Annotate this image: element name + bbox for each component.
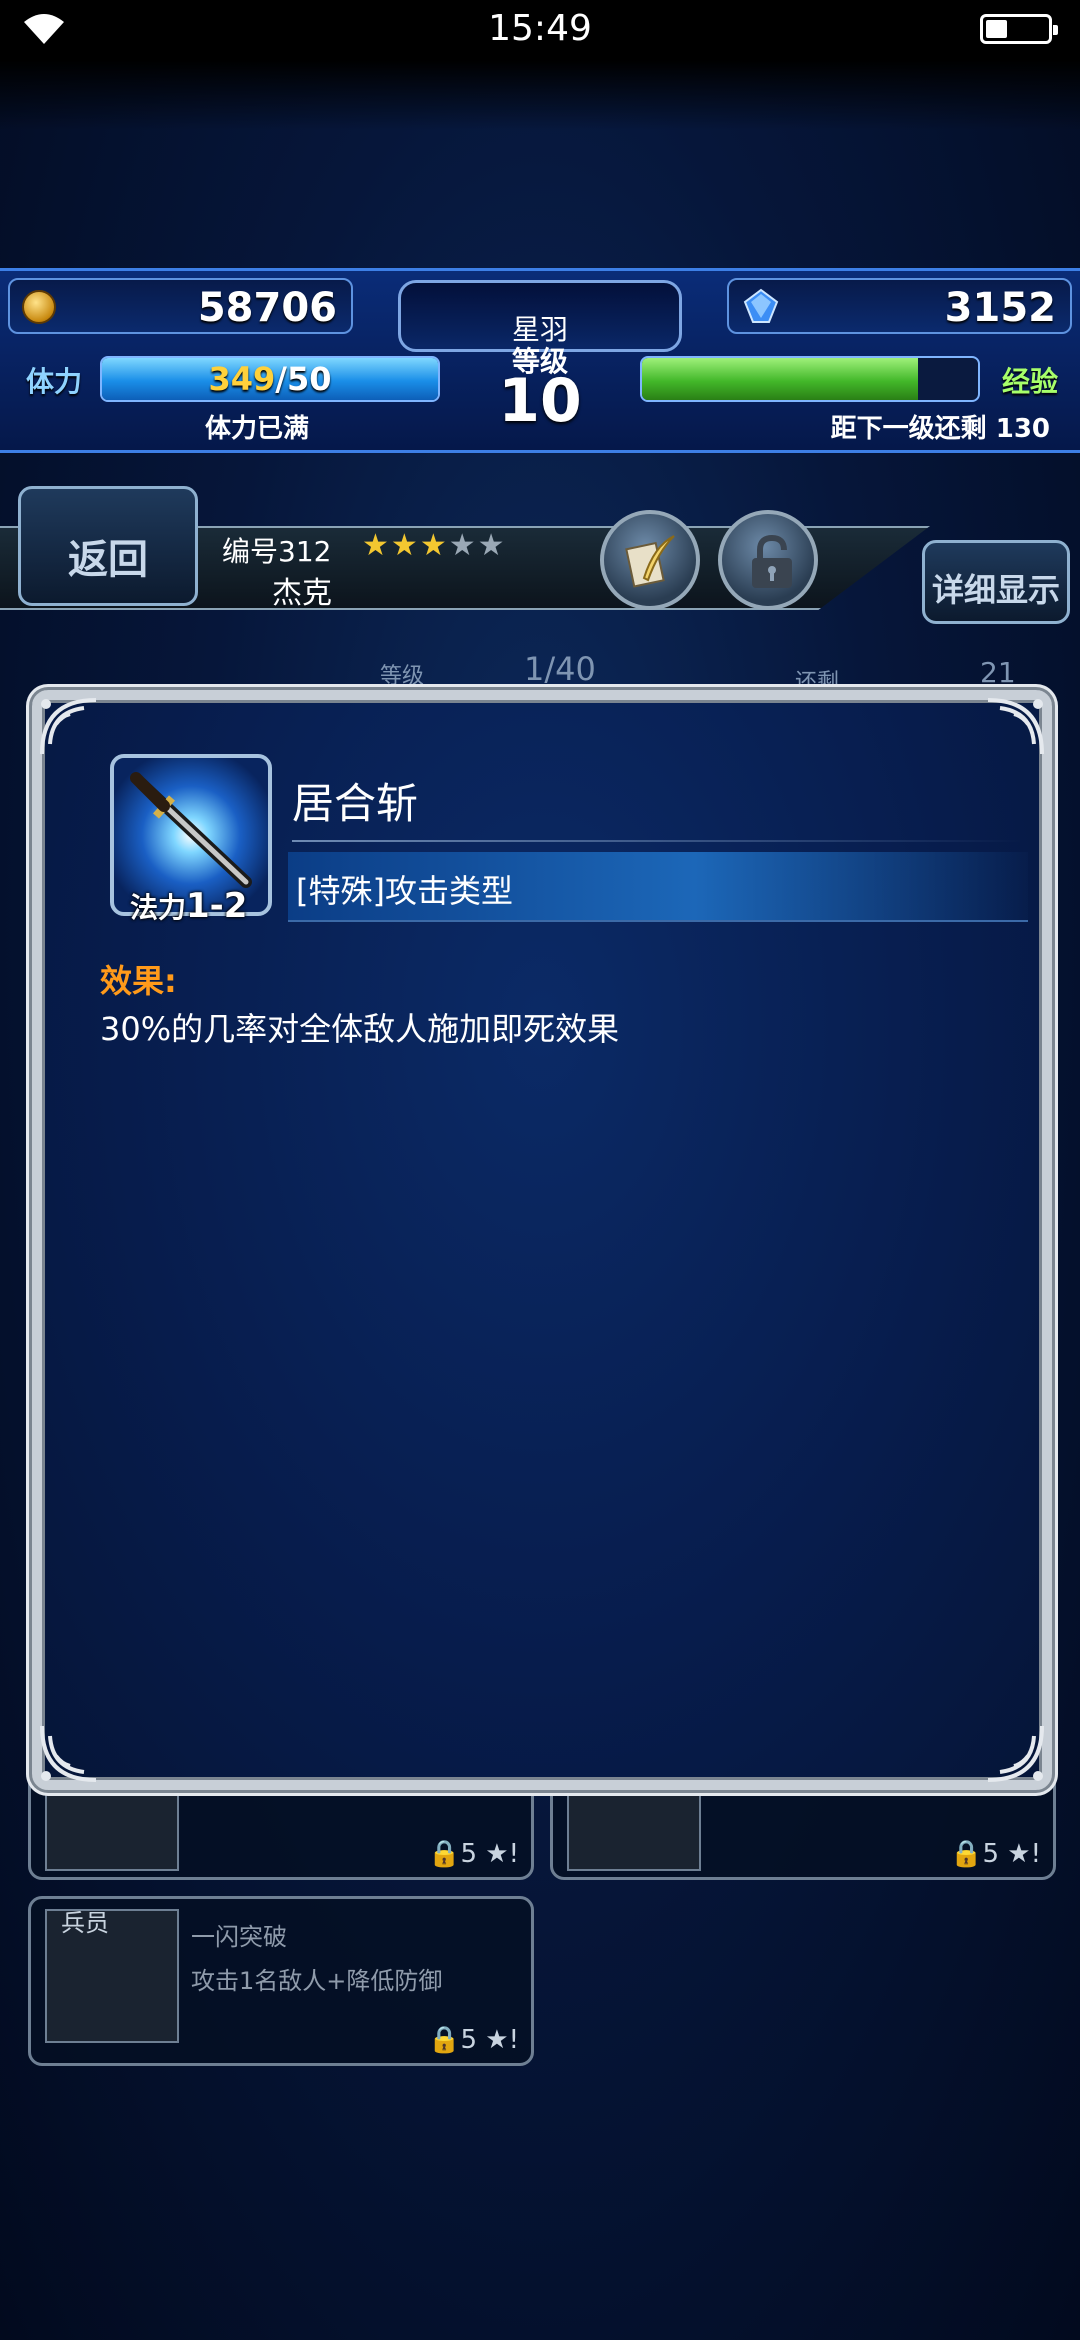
mp-cost: 法力1-2: [130, 886, 247, 926]
back-button[interactable]: 返回: [18, 486, 198, 606]
bg-level-label: 等级: [380, 664, 425, 689]
status-bar: 15:49: [0, 0, 1080, 60]
star-empty-icon: ★: [448, 528, 478, 563]
lapis-gem-icon: [743, 288, 779, 323]
skill-card-tag: 兵员: [61, 1909, 109, 1937]
star-filled-icon: ★: [362, 528, 391, 563]
gil-value: 58706: [197, 285, 337, 331]
stamina-bar: 349/50: [100, 356, 440, 402]
quill-icon: [625, 535, 675, 588]
skill-detail-dialog[interactable]: 法力1-2 居合斩 [特殊]攻击类型 效果: 30%的几率对全体敌人施加即死效果: [32, 690, 1052, 1790]
corner-ornament-icon: [987, 698, 1044, 755]
skill-card-footer: 🔒5 ★!: [428, 2025, 519, 2055]
gem-value: 3152: [944, 285, 1056, 331]
skill-name: 居合斩: [292, 779, 419, 828]
status-time: 15:49: [488, 8, 592, 49]
skill-card-footer: 🔒5 ★!: [950, 1839, 1041, 1869]
skill-card-title: 一闪突破: [191, 1923, 287, 1951]
star-empty-icon: ★: [477, 528, 507, 563]
gil-coin-icon: [22, 290, 56, 324]
star-filled-icon: ★: [390, 528, 420, 563]
gil-counter[interactable]: 58706: [8, 278, 353, 334]
unit-number: 编号312: [222, 535, 332, 568]
back-button-label: 返回: [68, 537, 148, 583]
star-filled-icon: ★: [419, 528, 449, 563]
stamina-max: /50: [275, 360, 332, 398]
bg-remain-value: 21: [980, 656, 1016, 689]
corner-ornament-icon: [40, 698, 97, 755]
exp-bar-fill: [642, 358, 918, 400]
skill-type-bar: [特殊]攻击类型: [288, 852, 1028, 922]
battery-icon: [980, 14, 1058, 44]
skill-card-footer: 🔒5 ★!: [428, 1839, 519, 1869]
detail-view-label: 详细显示: [931, 571, 1060, 609]
top-shadow: [0, 60, 1080, 130]
corner-ornament-icon: [987, 1725, 1044, 1782]
skill-name-divider: [292, 840, 1022, 842]
exp-label: 经验: [1001, 365, 1058, 398]
bg-level-value: 1/40: [524, 650, 596, 688]
unit-name: 杰克: [272, 576, 332, 611]
unit-header: 返回 编号312 ★★★★★ 杰克 详细显示: [0, 480, 1080, 630]
quill-button[interactable]: [600, 510, 700, 610]
stamina-label: 体力: [26, 365, 83, 398]
mp-cost-label: 法力: [130, 891, 187, 924]
lock-button[interactable]: [718, 510, 818, 610]
effect-label: 效果:: [100, 962, 177, 1000]
unit-rarity-stars: ★★★★★: [362, 528, 507, 563]
skill-card[interactable]: 兵员 一闪突破 攻击1名敌人+降低防御 🔒5 ★!: [28, 1896, 534, 2066]
lock-icon: [752, 534, 792, 588]
exp-status: 距下一级还剩 130: [830, 414, 1050, 444]
gem-counter[interactable]: 3152: [727, 278, 1072, 334]
stamina-status: 体力已满: [205, 414, 310, 444]
exp-bar: [640, 356, 980, 402]
effect-description: 30%的几率对全体敌人施加即死效果: [100, 1010, 620, 1048]
mp-cost-value: 1-2: [186, 886, 248, 926]
stamina-text: 349/50: [102, 360, 438, 398]
skill-card-desc: 攻击1名敌人+降低防御: [191, 1967, 443, 1995]
skill-card-thumb: [45, 1777, 179, 1871]
battery-level-fill: [986, 20, 1007, 38]
player-hud: 58706 星羽 等级 10 3152 体力 349/50 体力已满 经验 距下…: [0, 268, 1080, 453]
skill-card-thumb: [567, 1777, 701, 1871]
skill-type: [特殊]攻击类型: [296, 872, 513, 910]
stamina-current: 349: [208, 360, 276, 398]
corner-ornament-icon: [40, 1725, 97, 1782]
detail-view-button[interactable]: 详细显示: [922, 540, 1070, 624]
